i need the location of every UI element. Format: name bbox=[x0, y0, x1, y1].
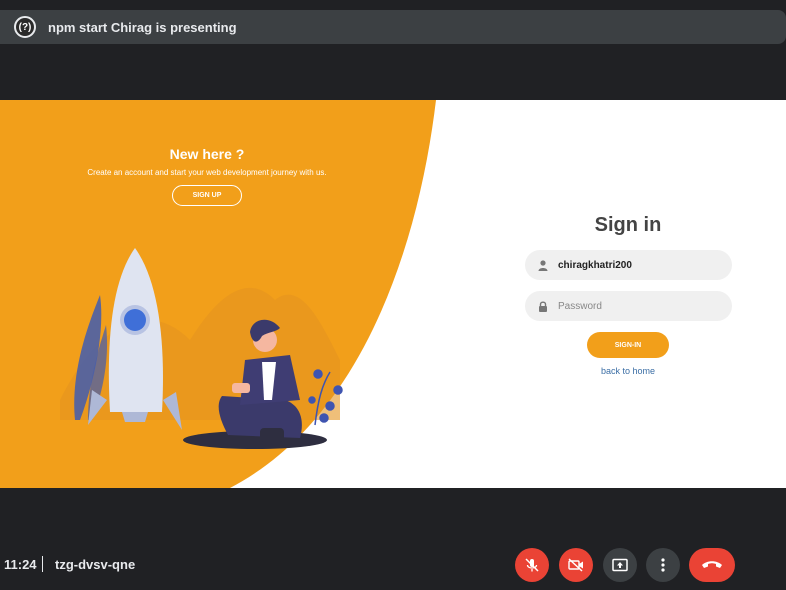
camera-off-icon bbox=[568, 558, 583, 572]
more-options-button[interactable] bbox=[646, 548, 680, 582]
sign-in-title: Sign in bbox=[594, 214, 662, 236]
meeting-clock: 11:24 bbox=[4, 557, 37, 572]
username-input[interactable] bbox=[558, 259, 718, 271]
divider bbox=[42, 556, 43, 572]
mic-off-icon bbox=[525, 558, 539, 572]
more-vert-icon bbox=[661, 558, 665, 572]
presenter-avatar: (?) bbox=[14, 16, 36, 38]
end-call-button[interactable] bbox=[689, 548, 735, 582]
sign-up-button[interactable]: SIGN UP bbox=[172, 185, 242, 206]
present-screen-icon bbox=[612, 558, 628, 572]
back-to-home-link[interactable]: back to home bbox=[528, 366, 728, 376]
presenting-status: npm start Chirag is presenting bbox=[48, 19, 237, 35]
camera-off-button[interactable] bbox=[559, 548, 593, 582]
presenter-bar: (?) npm start Chirag is presenting bbox=[0, 10, 786, 44]
sign-in-button[interactable]: SIGN-IN bbox=[587, 332, 669, 358]
password-field[interactable] bbox=[525, 291, 732, 321]
present-now-button[interactable] bbox=[603, 548, 637, 582]
password-input[interactable] bbox=[558, 300, 718, 312]
new-here-description: Create an account and start your web dev… bbox=[87, 168, 327, 177]
shared-screen: New here ? Create an account and start y… bbox=[0, 100, 786, 488]
new-here-heading: New here ? bbox=[169, 146, 245, 162]
user-icon bbox=[537, 259, 549, 271]
end-call-icon bbox=[702, 561, 722, 568]
mic-off-button[interactable] bbox=[515, 548, 549, 582]
username-field[interactable] bbox=[525, 250, 732, 280]
meeting-code: tzg-dvsv-qne bbox=[55, 557, 136, 572]
lock-icon bbox=[537, 300, 549, 312]
